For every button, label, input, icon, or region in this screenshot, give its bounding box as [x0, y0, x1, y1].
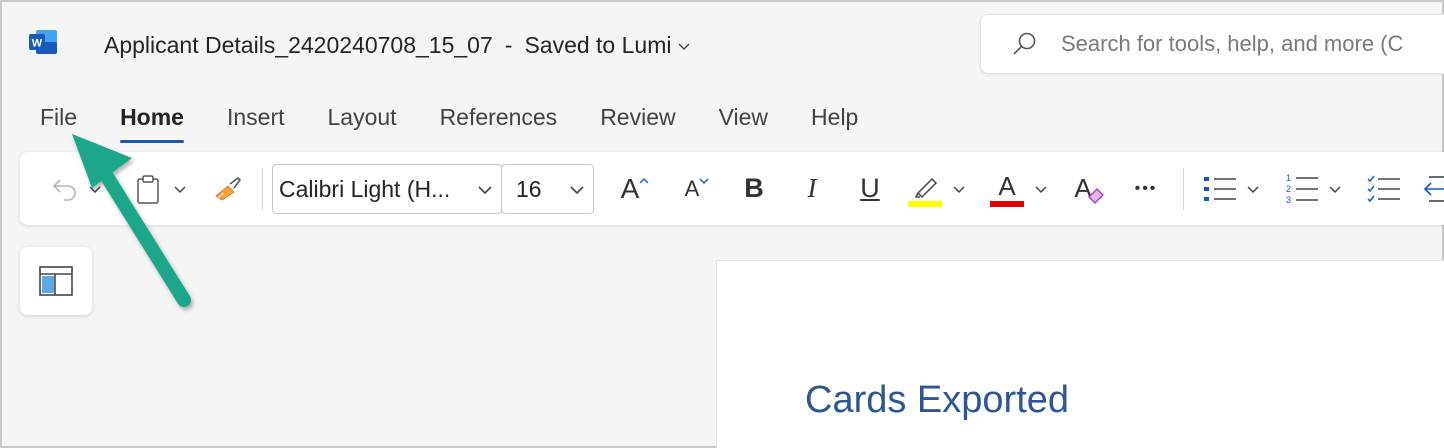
font-color-button[interactable]: A — [986, 152, 1028, 225]
checklist-button[interactable] — [1364, 152, 1404, 225]
more-options-button[interactable]: ••• — [1124, 152, 1168, 225]
highlight-dropdown[interactable] — [948, 152, 970, 225]
document-title[interactable]: Applicant Details_2420240708_15_07 - Sav… — [104, 32, 691, 59]
checklist-icon — [1367, 175, 1400, 202]
tab-references[interactable]: References — [440, 104, 558, 131]
svg-text:1: 1 — [1286, 173, 1291, 183]
chevron-down-icon — [478, 186, 492, 195]
bold-glyph: B — [744, 173, 764, 203]
numbering-button[interactable]: 1 2 3 — [1282, 152, 1322, 225]
caret-down-icon — [699, 178, 709, 184]
caret-up-icon — [639, 177, 649, 183]
numbered-list-icon: 1 2 3 — [1286, 173, 1318, 205]
highlighter-icon — [908, 177, 942, 207]
italic-button[interactable]: I — [792, 152, 832, 225]
title-separator: - — [504, 32, 513, 58]
more-glyph: ••• — [1134, 179, 1158, 197]
svg-text:2: 2 — [1286, 184, 1291, 194]
ribbon-divider — [262, 168, 263, 210]
svg-text:3: 3 — [1286, 195, 1291, 205]
bullets-button[interactable] — [1200, 152, 1240, 225]
tab-view[interactable]: View — [719, 104, 768, 131]
document-heading[interactable]: Cards Exported — [805, 379, 1069, 422]
format-painter-button[interactable] — [208, 152, 248, 225]
decrease-indent-button[interactable] — [1418, 152, 1444, 225]
chevron-down-icon — [1035, 185, 1047, 193]
grow-font-button[interactable]: A — [614, 152, 656, 225]
clear-formatting-icon: A — [1074, 173, 1104, 204]
search-input[interactable]: Search for tools, help, and more (C — [980, 14, 1444, 74]
document-page[interactable]: Cards Exported — [716, 260, 1444, 448]
search-placeholder: Search for tools, help, and more (C — [1061, 31, 1404, 56]
tab-layout[interactable]: Layout — [328, 104, 397, 131]
font-name-value: Calibri Light (H... — [279, 175, 451, 202]
chevron-down-icon — [1247, 185, 1259, 193]
save-status: Saved to Lumi — [524, 32, 672, 58]
highlight-button[interactable] — [904, 152, 946, 225]
chevron-down-icon — [678, 43, 690, 50]
font-size-value: 16 — [516, 175, 542, 202]
shrink-font-glyph: A — [684, 175, 700, 201]
format-painter-icon — [215, 176, 242, 201]
chevron-down-icon — [1329, 185, 1341, 193]
numbering-dropdown[interactable] — [1324, 152, 1346, 225]
search-icon — [1013, 32, 1036, 55]
font-color-dropdown[interactable] — [1030, 152, 1052, 225]
ribbon-divider — [1183, 168, 1184, 210]
annotation-arrow — [72, 134, 191, 307]
shrink-font-button[interactable]: A — [676, 152, 718, 225]
decrease-indent-icon — [1423, 175, 1444, 202]
font-color-bar — [990, 200, 1024, 207]
chevron-down-icon — [570, 186, 584, 195]
word-logo-icon: W — [28, 28, 58, 56]
svg-text:W: W — [32, 38, 43, 50]
bullet-list-icon — [1204, 176, 1236, 201]
tab-help[interactable]: Help — [811, 104, 858, 131]
font-size-select[interactable]: 16 — [501, 164, 594, 214]
underline-glyph: U — [860, 173, 880, 203]
font-color-icon: A — [990, 171, 1024, 207]
bold-button[interactable]: B — [734, 152, 774, 225]
ribbon-toolbar: Calibri Light (H... 16 A A B I U A A •••… — [20, 152, 1444, 225]
grow-font-glyph: A — [620, 172, 640, 204]
highlight-color-bar — [908, 200, 942, 207]
underline-button[interactable]: U — [850, 152, 890, 225]
bullets-dropdown[interactable] — [1242, 152, 1264, 225]
font-color-glyph: A — [998, 171, 1016, 201]
chevron-down-icon — [953, 185, 965, 193]
italic-glyph: I — [807, 173, 817, 203]
font-name-select[interactable]: Calibri Light (H... — [272, 164, 502, 214]
clear-formatting-button[interactable]: A — [1068, 152, 1108, 225]
tab-review[interactable]: Review — [600, 104, 675, 131]
tab-insert[interactable]: Insert — [227, 104, 285, 131]
document-name: Applicant Details_2420240708_15_07 — [104, 32, 493, 58]
